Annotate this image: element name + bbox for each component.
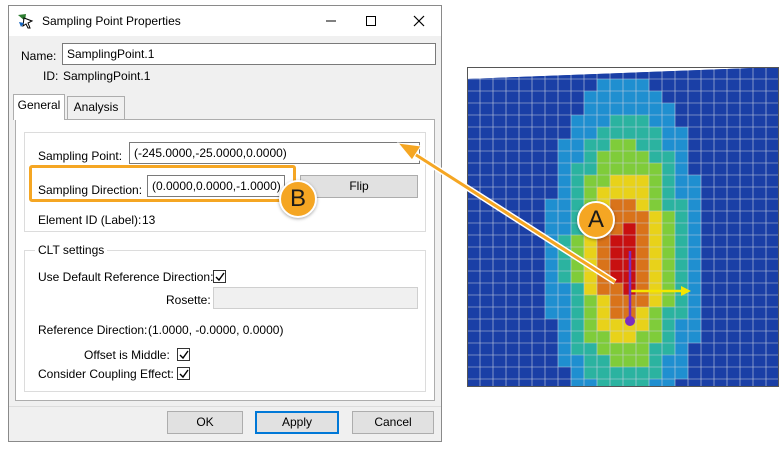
- callout-a: A: [577, 201, 615, 239]
- tab-general[interactable]: General: [13, 94, 65, 120]
- callout-arrow: [396, 142, 617, 285]
- callout-b: B: [279, 180, 317, 218]
